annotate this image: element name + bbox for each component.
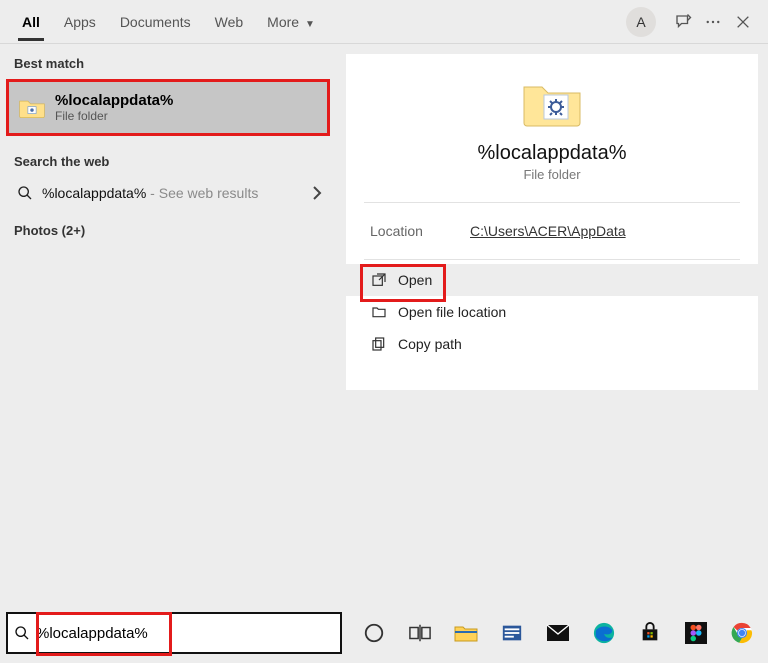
edge-icon[interactable] [590, 619, 618, 647]
search-web-heading: Search the web [0, 142, 336, 175]
tab-web[interactable]: Web [203, 4, 256, 40]
taskbar [0, 603, 768, 663]
folder-icon [17, 96, 47, 120]
best-match-title: %localappdata% [55, 92, 173, 109]
search-web-result[interactable]: %localappdata% - See web results [0, 175, 336, 211]
tab-more[interactable]: More ▼ [255, 4, 327, 40]
action-copy-path-label: Copy path [398, 336, 462, 352]
close-icon[interactable] [728, 7, 758, 37]
tab-more-label: More [267, 14, 299, 30]
action-open-file-location[interactable]: Open file location [346, 296, 758, 328]
microsoft-store-icon[interactable] [636, 619, 664, 647]
tab-all[interactable]: All [10, 4, 52, 40]
user-avatar[interactable]: A [626, 7, 656, 37]
best-match-subtitle: File folder [55, 109, 173, 123]
highlight-box-best-match: %localappdata% File folder [6, 79, 330, 136]
search-icon [8, 625, 36, 641]
figma-icon[interactable] [682, 619, 710, 647]
web-suffix: - See web results [146, 185, 258, 201]
chevron-down-icon: ▼ [305, 19, 315, 30]
word-icon[interactable] [498, 619, 526, 647]
search-web-text: %localappdata% - See web results [42, 185, 312, 201]
preview-card: %localappdata% File folder Location C:\U… [346, 54, 758, 390]
search-icon [14, 185, 36, 201]
best-match-result[interactable]: %localappdata% File folder [9, 82, 327, 133]
taskbar-search-input[interactable] [36, 614, 340, 652]
location-value[interactable]: C:\Users\ACER\AppData [470, 223, 626, 239]
taskbar-search-container[interactable] [6, 612, 342, 654]
copy-icon [368, 336, 390, 352]
file-explorer-icon[interactable] [452, 619, 480, 647]
preview-subtitle: File folder [346, 167, 758, 182]
folder-large-icon [520, 78, 584, 128]
tab-apps[interactable]: Apps [52, 4, 108, 40]
chevron-right-icon[interactable] [312, 186, 322, 200]
preview-panel: %localappdata% File folder Location C:\U… [336, 44, 768, 603]
action-copy-path[interactable]: Copy path [346, 328, 758, 360]
action-open-label: Open [398, 272, 432, 288]
best-match-heading: Best match [0, 44, 336, 77]
search-tabs-bar: All Apps Documents Web More ▼ A [0, 0, 768, 44]
location-label: Location [370, 223, 470, 239]
action-open-file-location-label: Open file location [398, 304, 506, 320]
action-list: Open Open file location Copy path [346, 264, 758, 360]
search-results-panel: Best match %localappdata% File folder Se… [0, 44, 336, 603]
action-open[interactable]: Open [346, 264, 758, 296]
folder-open-icon [368, 304, 390, 320]
task-view-icon[interactable] [406, 619, 434, 647]
more-options-icon[interactable] [698, 7, 728, 37]
taskbar-pinned-apps [348, 619, 756, 647]
feedback-icon[interactable] [668, 7, 698, 37]
open-icon [368, 272, 390, 288]
tab-documents[interactable]: Documents [108, 4, 203, 40]
photos-heading[interactable]: Photos (2+) [0, 211, 336, 244]
web-query: %localappdata% [42, 185, 146, 201]
cortana-icon[interactable] [360, 619, 388, 647]
mail-icon[interactable] [544, 619, 572, 647]
location-row: Location C:\Users\ACER\AppData [346, 203, 758, 259]
chrome-icon[interactable] [728, 619, 756, 647]
preview-title: %localappdata% [346, 142, 758, 165]
